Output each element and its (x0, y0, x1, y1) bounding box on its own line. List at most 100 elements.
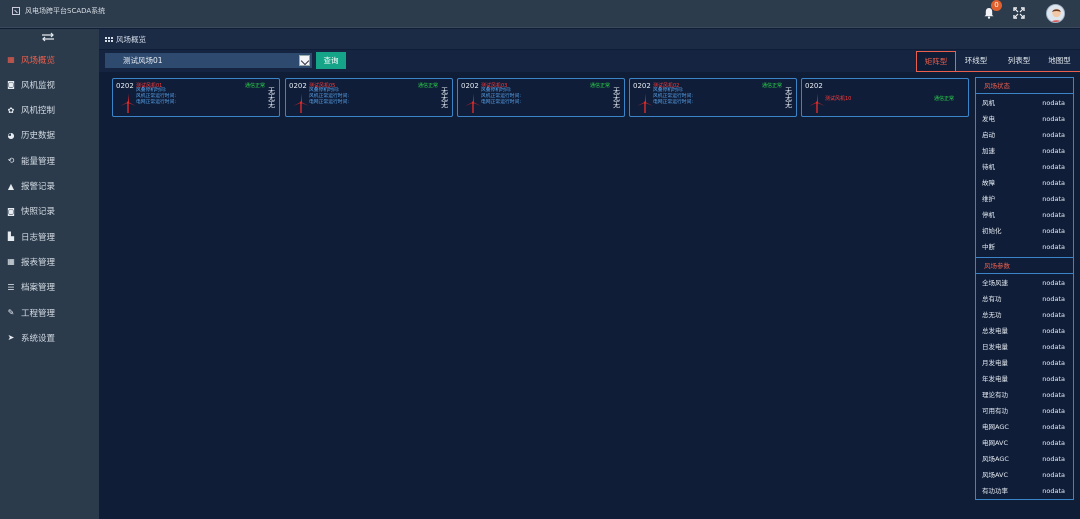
turbine-info-values: 无无无 (268, 88, 275, 109)
sidebar-item[interactable]: ⟲ 能量管理 (0, 148, 99, 173)
panel-row-value: nodata (1042, 115, 1065, 124)
panel-row-label: 总发电量 (982, 326, 1008, 335)
sidebar-item[interactable]: ▲ 报警记录 (0, 174, 99, 199)
panel-row-value: nodata (1042, 439, 1065, 447)
panel-row-label: 风机 (982, 99, 995, 107)
turbine-info-value: 无 (441, 101, 448, 109)
panel-row: 启动 nodata (976, 127, 1073, 143)
sidebar-item[interactable]: ◙ 风机监视 (0, 72, 99, 97)
panel-row: 风机 nodata (976, 95, 1073, 111)
wind-turbine-icon (292, 93, 310, 113)
sidebar-item-label: 风机控制 (21, 106, 56, 117)
panel-row-value: nodata (1042, 179, 1065, 188)
panel-row: 年发电量 nodata (976, 371, 1073, 387)
panel-row: 中断 nodata (976, 239, 1073, 255)
panel-row: 故障 nodata (976, 175, 1073, 191)
sidebar-item[interactable]: ☰ 档案管理 (0, 275, 99, 300)
notification-count-badge: 0 (991, 0, 1002, 11)
top-bar: 风电场跨平台SCADA系统 0 (0, 0, 1080, 28)
wind-turbine-icon (636, 93, 654, 113)
gear-icon: ✿ (7, 105, 15, 115)
panel-row: 总无功 nodata (976, 307, 1073, 323)
sidebar-item-label: 报表管理 (21, 257, 56, 268)
panel-row-label: 全场风速 (982, 278, 1008, 287)
turbine-info-labels: 风叠停机时间: 风机正常运行时间: 电网正常运行时间: (136, 88, 176, 107)
panel-row-value: nodata (1042, 310, 1065, 319)
list-icon: ☰ (7, 282, 15, 292)
turbine-comm-status: 通信正常 (933, 96, 954, 102)
file-icon: ▙ (7, 232, 15, 242)
turbine-card[interactable]: 0202 测试风机01 通信正常 风叠停机时间: 风机正常运行时间: 电网正常运行时间: 无… (112, 78, 280, 117)
app-title-text: 风电场跨平台SCADA系统 (25, 7, 106, 15)
panel-row: 初始化 nodata (976, 223, 1073, 239)
panel-row-value: nodata (1042, 163, 1065, 172)
sidebar-item[interactable]: ◕ 历史数据 (0, 123, 99, 148)
panel-row: 总发电量 nodata (976, 323, 1073, 339)
turbine-code: 0202 (289, 82, 307, 90)
sidebar-item[interactable]: ➤ 系统设置 (0, 325, 99, 350)
sidebar-item[interactable]: ▦ 报表管理 (0, 249, 99, 274)
turbine-name: 测试风机10 (825, 96, 852, 102)
turbine-info-values: 无无无 (613, 88, 620, 109)
panel-row: 停机 nodata (976, 207, 1073, 223)
bell-icon: ▲ (7, 181, 15, 191)
panel-row-label: 理论有功 (982, 390, 1008, 399)
view-tab[interactable]: 地图型 (1042, 51, 1077, 71)
panel-row-value: nodata (1042, 487, 1065, 496)
panel-row-value: nodata (1042, 471, 1065, 480)
panel-row-value: nodata (1042, 374, 1065, 383)
turbine-code: 0202 (633, 82, 651, 90)
sidebar-item[interactable]: ◙ 快照记录 (0, 199, 99, 224)
sidebar-item[interactable]: ✿ 风机控制 (0, 98, 99, 123)
panel-row-label: 有功功率 (982, 487, 1008, 496)
tab-underline (916, 71, 1080, 72)
turbine-info-values: 无无无 (785, 88, 792, 109)
panel-row-label: 月发电量 (982, 358, 1008, 367)
turbine-card[interactable]: 0202 测试风机03 通信正常 风叠停机时间: 风机正常运行时间: 电网正常运行时间: 无… (457, 78, 625, 117)
panel-row-label: 年发电量 (982, 374, 1008, 383)
panel-row: 有功功率 nodata (976, 483, 1073, 499)
wrench-icon: ✎ (7, 308, 15, 317)
panel-section-title: 风场状态 (976, 78, 1073, 94)
breadcrumb: 风场概览 (99, 29, 1080, 49)
turbine-card[interactable]: 0202 测试风机10 通信正常 (801, 78, 969, 117)
wind-turbine-icon (808, 93, 826, 113)
panel-row-label: 电网AGC (982, 422, 1009, 431)
turbine-card[interactable]: 0202 测试风机05 通信正常 风叠停机时间: 风机正常运行时间: 电网正常运行时间: 无… (285, 78, 453, 117)
camera-icon: ◙ (7, 80, 15, 90)
main-content: 风场概览 测试风场01 查询 矩阵型 环线型 列表型 地图型 0202 测试风机01 通信… (99, 29, 1080, 519)
panel-row-value: nodata (1042, 278, 1065, 287)
panel-row-label: 中断 (982, 243, 995, 252)
panel-row-label: 可用有功 (982, 406, 1008, 415)
query-button[interactable]: 查询 (316, 52, 346, 69)
collapse-toggle-icon[interactable] (41, 32, 55, 42)
view-tab[interactable]: 矩阵型 (916, 51, 956, 71)
app-title: 风电场跨平台SCADA系统 (12, 6, 105, 16)
panel-row-value: nodata (1042, 455, 1065, 464)
panel-row-label: 启动 (982, 131, 995, 140)
panel-row: 全场风速 nodata (976, 275, 1073, 291)
panel-row: 风场AGC nodata (976, 451, 1073, 467)
panel-row: 加速 nodata (976, 143, 1073, 159)
sidebar-item-label: 系统设置 (21, 333, 56, 344)
turbine-info-value: 无 (268, 101, 275, 109)
chevron-down-icon[interactable] (299, 55, 310, 66)
view-tab[interactable]: 环线型 (959, 51, 993, 71)
panel-row-label: 风场AVC (982, 471, 1009, 480)
user-avatar[interactable] (1046, 4, 1065, 23)
view-tab[interactable]: 列表型 (1000, 51, 1038, 71)
sidebar-item[interactable]: ▙ 日志管理 (0, 224, 99, 249)
sidebar-item[interactable]: ✎ 工程管理 (0, 300, 99, 325)
farm-select[interactable]: 测试风场01 (105, 53, 312, 68)
turbine-card[interactable]: 0202 测试风机02 通信正常 风叠停机时间: 风机正常运行时间: 电网正常运行时间: 无… (629, 78, 797, 117)
turbine-code: 0202 (116, 82, 134, 90)
panel-row-value: nodata (1042, 211, 1065, 220)
panel-row-label: 发电 (982, 115, 995, 124)
turbine-info-value: 无 (785, 101, 792, 109)
panel-row: 待机 nodata (976, 159, 1073, 175)
panel-row-label: 日发电量 (982, 342, 1008, 351)
app-logo-icon (12, 7, 20, 15)
sidebar-item[interactable]: ▦ 风场概览 (0, 47, 99, 72)
fullscreen-icon[interactable] (1013, 7, 1025, 19)
panel-row-label: 加速 (982, 147, 995, 156)
